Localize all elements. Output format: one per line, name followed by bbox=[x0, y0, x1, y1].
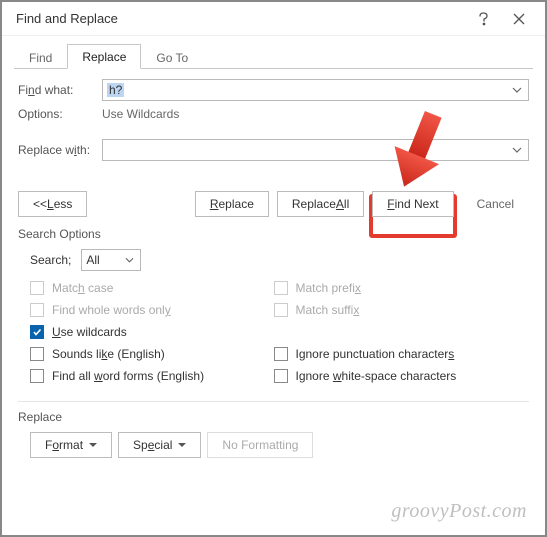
special-button[interactable]: Special bbox=[118, 432, 201, 458]
options-label: Options: bbox=[18, 107, 102, 121]
tab-find-label: Find bbox=[29, 51, 52, 65]
tab-goto-label: Go To bbox=[156, 51, 188, 65]
replace-button[interactable]: Replace bbox=[195, 191, 269, 217]
match-suffix-checkbox: Match suffix bbox=[274, 303, 518, 317]
ignore-punctuation-checkbox[interactable]: Ignore punctuation characters bbox=[274, 347, 518, 361]
form-area: Find what: h? Options: Use Wildcards Rep… bbox=[2, 69, 545, 169]
replace-with-input[interactable] bbox=[102, 139, 529, 161]
find-what-label: Find what: bbox=[18, 83, 102, 97]
search-direction-label: Search; bbox=[30, 253, 71, 267]
options-value: Use Wildcards bbox=[102, 107, 179, 121]
chevron-down-icon[interactable] bbox=[122, 257, 136, 263]
tab-replace[interactable]: Replace bbox=[67, 44, 141, 69]
button-row: << Less Replace Replace All Find Next Ca… bbox=[2, 169, 545, 225]
close-button[interactable] bbox=[501, 2, 537, 36]
help-button[interactable] bbox=[465, 2, 501, 36]
less-button[interactable]: << Less bbox=[18, 191, 87, 217]
divider bbox=[18, 401, 529, 402]
find-next-button[interactable]: Find Next bbox=[372, 191, 453, 217]
tab-replace-label: Replace bbox=[82, 50, 126, 64]
format-button[interactable]: Format bbox=[30, 432, 112, 458]
word-forms-checkbox[interactable]: Find all word forms (English) bbox=[30, 369, 274, 383]
chevron-down-icon[interactable] bbox=[508, 140, 526, 160]
search-direction-value: All bbox=[86, 253, 99, 267]
use-wildcards-checkbox[interactable]: Use wildcards bbox=[30, 325, 274, 339]
tab-goto[interactable]: Go To bbox=[141, 45, 203, 69]
find-what-value: h? bbox=[107, 83, 124, 97]
chevron-down-icon[interactable] bbox=[508, 80, 526, 100]
match-prefix-checkbox: Match prefix bbox=[274, 281, 518, 295]
replace-all-button[interactable]: Replace All bbox=[277, 191, 364, 217]
no-formatting-button: No Formatting bbox=[207, 432, 313, 458]
tab-find[interactable]: Find bbox=[14, 45, 67, 69]
ignore-whitespace-checkbox[interactable]: Ignore white-space characters bbox=[274, 369, 518, 383]
whole-words-checkbox: Find whole words only bbox=[30, 303, 274, 317]
sounds-like-checkbox[interactable]: Sounds like (English) bbox=[30, 347, 274, 361]
find-what-input[interactable]: h? bbox=[102, 79, 529, 101]
titlebar: Find and Replace bbox=[2, 2, 545, 36]
replace-with-label: Replace with: bbox=[18, 143, 102, 157]
replace-section: Replace Format Special No Formatting bbox=[2, 410, 545, 468]
search-options-title: Search Options bbox=[2, 227, 545, 241]
cancel-button[interactable]: Cancel bbox=[462, 191, 529, 217]
window-title: Find and Replace bbox=[16, 11, 465, 26]
search-direction-select[interactable]: All bbox=[81, 249, 141, 271]
search-options-columns: Match case Find whole words only Use wil… bbox=[2, 281, 545, 391]
tab-strip: Find Replace Go To bbox=[2, 40, 545, 68]
match-case-checkbox: Match case bbox=[30, 281, 274, 295]
watermark: groovyPost.com bbox=[391, 500, 527, 523]
replace-section-title: Replace bbox=[18, 410, 529, 424]
